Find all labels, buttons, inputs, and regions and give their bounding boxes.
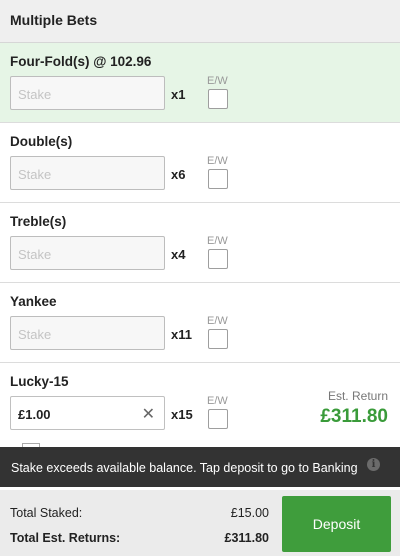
each-way-label: E/W bbox=[207, 235, 228, 247]
each-way-checkbox[interactable] bbox=[208, 409, 228, 429]
bet-row-yankee: Yankee Stake x11 E/W bbox=[0, 283, 400, 363]
each-way-checkbox[interactable] bbox=[208, 169, 228, 189]
bet-title: Four-Fold(s) @ 102.96 bbox=[10, 54, 152, 69]
each-way-label: E/W bbox=[207, 395, 228, 407]
bet-multiplier: x1 bbox=[171, 87, 186, 102]
bet-row-four-fold: Four-Fold(s) @ 102.96 Stake x1 E/W bbox=[0, 43, 400, 123]
bet-title: Treble(s) bbox=[10, 214, 67, 229]
total-returns-value: £311.80 bbox=[224, 531, 270, 545]
each-way-label: E/W bbox=[207, 75, 228, 87]
each-way-label: E/W bbox=[207, 315, 228, 327]
each-way-checkbox[interactable] bbox=[208, 89, 228, 109]
bet-title: Yankee bbox=[10, 294, 57, 309]
bet-row-lucky-15: Lucky-15 £1.00 ✕ x15 E/W Est. Return £31… bbox=[0, 363, 400, 443]
stake-input[interactable]: Stake bbox=[10, 156, 165, 190]
bet-multiplier: x11 bbox=[171, 327, 192, 342]
balance-warning-toast[interactable]: Stake exceeds available balance. Tap dep… bbox=[0, 447, 400, 487]
each-way-checkbox[interactable] bbox=[208, 249, 228, 269]
toast-message: Stake exceeds available balance. Tap dep… bbox=[11, 461, 358, 475]
bet-footer: Total Staked: £15.00 Total Est. Returns:… bbox=[0, 490, 400, 556]
est-return-label: Est. Return bbox=[327, 389, 388, 403]
bet-multiplier: x6 bbox=[171, 167, 186, 182]
info-icon[interactable]: i bbox=[367, 458, 380, 471]
stake-value: £1.00 bbox=[18, 407, 51, 422]
total-returns-label: Total Est. Returns: bbox=[10, 531, 121, 545]
each-way-checkbox[interactable] bbox=[208, 329, 228, 349]
bet-multiplier: x15 bbox=[171, 407, 193, 422]
bet-multiplier: x4 bbox=[171, 247, 186, 262]
stake-input[interactable]: £1.00 ✕ bbox=[10, 396, 165, 430]
total-staked-value: £15.00 bbox=[230, 506, 269, 520]
bet-title: Lucky-15 bbox=[10, 374, 69, 389]
clear-icon[interactable]: ✕ bbox=[142, 404, 155, 424]
bet-row-trebles: Treble(s) Stake x4 E/W bbox=[0, 203, 400, 283]
deposit-button[interactable]: Deposit bbox=[282, 496, 391, 552]
stake-input[interactable]: Stake bbox=[10, 316, 165, 350]
est-return-value: £311.80 bbox=[320, 406, 388, 427]
page-title: Multiple Bets bbox=[10, 12, 98, 28]
bet-row-doubles: Double(s) Stake x6 E/W bbox=[0, 123, 400, 203]
bet-title: Double(s) bbox=[10, 134, 73, 149]
multiple-bets-header: Multiple Bets bbox=[0, 0, 400, 43]
stake-input[interactable]: Stake bbox=[10, 76, 165, 110]
total-staked-label: Total Staked: bbox=[10, 506, 83, 520]
stake-input[interactable]: Stake bbox=[10, 236, 165, 270]
totals-panel: Total Staked: £15.00 Total Est. Returns:… bbox=[0, 490, 277, 556]
each-way-label: E/W bbox=[207, 155, 228, 167]
